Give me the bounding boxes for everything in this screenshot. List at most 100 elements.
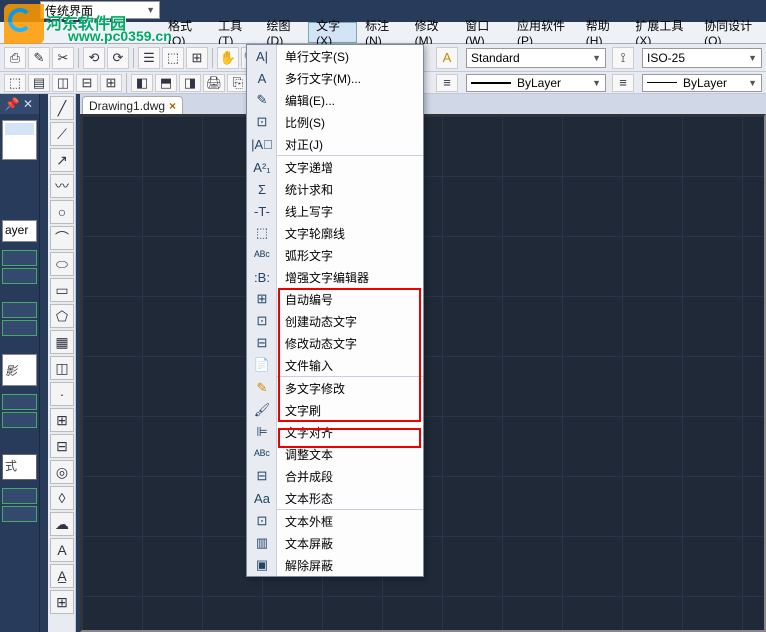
panel-row[interactable] (2, 268, 37, 284)
tool-icon[interactable]: ⟲ (83, 47, 105, 69)
polygon-icon[interactable]: ⬠ (50, 304, 74, 328)
donut-icon[interactable]: ◎ (50, 460, 74, 484)
menu-help[interactable]: 帮助(H) (578, 22, 628, 43)
menu-item-increment[interactable]: A²₁ 文字递增 (247, 156, 423, 178)
tool-icon[interactable]: ⊞ (100, 74, 122, 92)
print-icon[interactable]: 🖨 (203, 74, 225, 92)
menu-format[interactable]: 格式(O) (160, 22, 210, 43)
wipeout-icon[interactable]: ◊ (50, 486, 74, 510)
spline-icon[interactable]: 〰 (50, 174, 74, 198)
ray-icon[interactable]: ↗ (50, 148, 74, 172)
revision-icon[interactable]: ☁ (50, 512, 74, 536)
menu-item-scale[interactable]: ⊡ 比例(S) (247, 111, 423, 133)
panel-row[interactable] (2, 506, 37, 522)
document-tab[interactable]: Drawing1.dwg × (82, 96, 183, 114)
panel-row[interactable] (2, 250, 37, 266)
arc-icon[interactable]: ⌒ (50, 226, 74, 250)
menu-apps[interactable]: 应用软件(P) (509, 22, 578, 43)
tool-icon[interactable]: ◫ (52, 74, 74, 92)
tool-icon[interactable]: ◧ (131, 74, 153, 92)
menu-item-text-on-line[interactable]: -T- 线上写字 (247, 200, 423, 222)
dim-style-combo[interactable]: ISO-25 ▼ (642, 48, 762, 68)
tool-icon[interactable]: ⊞ (186, 47, 208, 69)
tool-icon[interactable]: ⎙ (4, 47, 26, 69)
menu-item-enhanced-editor[interactable]: :B: 增强文字编辑器 (247, 266, 423, 288)
linetype-icon[interactable]: ≡ (612, 74, 634, 92)
layer-list[interactable] (2, 120, 37, 160)
increment-icon: A²₁ (247, 160, 277, 175)
menu-item-file-input[interactable]: 📄 文件输入 (247, 354, 423, 376)
tool-icon[interactable]: ⬒ (155, 74, 177, 92)
menu-window[interactable]: 窗口(W) (457, 22, 509, 43)
text-style-icon[interactable]: A (436, 47, 458, 69)
close-icon[interactable]: ✕ (21, 97, 35, 111)
pan-icon[interactable]: ✋ (217, 47, 239, 69)
menu-item-merge-paragraph[interactable]: ⊟ 合并成段 (247, 465, 423, 487)
menu-item-justify[interactable]: |A⃞ 对正(J) (247, 133, 423, 155)
linetype-combo[interactable]: ByLayer ▼ (642, 74, 762, 92)
panel-row[interactable] (2, 320, 37, 336)
layer-props[interactable]: 影 (2, 354, 37, 386)
panel-row[interactable] (2, 302, 37, 318)
menu-draw[interactable]: 绘图(D) (259, 22, 309, 43)
tool-icon[interactable]: ⬚ (4, 74, 26, 92)
pin-icon[interactable]: 📌 (5, 97, 19, 111)
tool-icon[interactable]: ✂ (52, 47, 74, 69)
menu-item-single-text[interactable]: A| 单行文字(S) (247, 45, 423, 67)
menu-collab[interactable]: 协同设计(O) (696, 22, 766, 43)
menu-tools[interactable]: 工具(T) (210, 22, 258, 43)
tool-icon[interactable]: ⬚ (162, 47, 184, 69)
menu-item-text-frame[interactable]: ⊡ 文本外框 (247, 510, 423, 532)
color-combo[interactable]: ByLayer ▼ (466, 74, 606, 92)
panel-row[interactable] (2, 488, 37, 504)
insert-icon[interactable]: ⊟ (50, 434, 74, 458)
menu-item-create-dynamic[interactable]: ⊡ 创建动态文字 (247, 310, 423, 332)
menu-annotate[interactable]: 标注(N) (357, 22, 407, 43)
lineweight-icon[interactable]: ≡ (436, 74, 458, 92)
hatch-icon[interactable]: ▦ (50, 330, 74, 354)
line-icon[interactable]: ╱ (50, 96, 74, 120)
circle-icon[interactable]: ○ (50, 200, 74, 224)
menu-item-sum[interactable]: Σ 统计求和 (247, 178, 423, 200)
menu-text[interactable]: 文字(X) (308, 22, 357, 43)
menu-item-multi-modify[interactable]: ✎ 多文字修改 (247, 377, 423, 399)
menu-modify[interactable]: 修改(M) (407, 22, 458, 43)
tool-icon[interactable]: ▤ (28, 74, 50, 92)
mtext-icon[interactable]: A̲ (50, 564, 74, 588)
menu-item-adjust-text[interactable]: ᴬᴮᶜ 调整文本 (247, 443, 423, 465)
menu-item-text-outline[interactable]: ⬚ 文字轮廓线 (247, 222, 423, 244)
menu-item-multi-text[interactable]: A 多行文字(M)... (247, 67, 423, 89)
menu-item-text-shape[interactable]: Aa 文本形态 (247, 487, 423, 509)
text-icon[interactable]: A (50, 538, 74, 562)
panel-row[interactable] (2, 394, 37, 410)
dim-style-icon[interactable]: ⟟ (612, 47, 634, 69)
panel-row[interactable] (2, 412, 37, 428)
block-icon[interactable]: ⊞ (50, 408, 74, 432)
menu-item-edit-text[interactable]: ✎ 编辑(E)... (247, 89, 423, 111)
polyline-icon[interactable]: ⟋ (50, 122, 74, 146)
table-icon[interactable]: ⊞ (50, 590, 74, 614)
menu-item-unmask[interactable]: ▣ 解除屏蔽 (247, 554, 423, 576)
layer-filter[interactable]: ayer (2, 220, 37, 242)
tool-icon[interactable]: ◨ (179, 74, 201, 92)
text-style-combo[interactable]: Standard ▼ (466, 48, 606, 68)
tool-icon[interactable]: ⊟ (76, 74, 98, 92)
entity-box[interactable]: 式 (2, 454, 37, 480)
ui-style-dropdown[interactable]: 传统界面 ▼ (40, 1, 160, 19)
menu-item-text-brush[interactable]: 🖌 文字刷 (247, 399, 423, 421)
tool-icon[interactable]: ⟳ (107, 47, 129, 69)
tool-icon[interactable]: ☰ (138, 47, 160, 69)
menu-extensions[interactable]: 扩展工具(X) (627, 22, 696, 43)
menu-item-arc-text[interactable]: ᴬᴮᶜ 弧形文字 (247, 244, 423, 266)
menu-item-edit-dynamic[interactable]: ⊟ 修改动态文字 (247, 332, 423, 354)
menu-item-text-mask[interactable]: ▥ 文本屏蔽 (247, 532, 423, 554)
edit-text-icon: ✎ (247, 92, 277, 108)
region-icon[interactable]: ◫ (50, 356, 74, 380)
tab-close-icon[interactable]: × (169, 99, 176, 113)
menu-item-auto-number[interactable]: ⊞ 自动编号 (247, 288, 423, 310)
tool-icon[interactable]: ✎ (28, 47, 50, 69)
menu-item-text-align[interactable]: ⊫ 文字对齐 (247, 421, 423, 443)
rectangle-icon[interactable]: ▭ (50, 278, 74, 302)
point-icon[interactable]: · (50, 382, 74, 406)
ellipse-icon[interactable]: ⬭ (50, 252, 74, 276)
